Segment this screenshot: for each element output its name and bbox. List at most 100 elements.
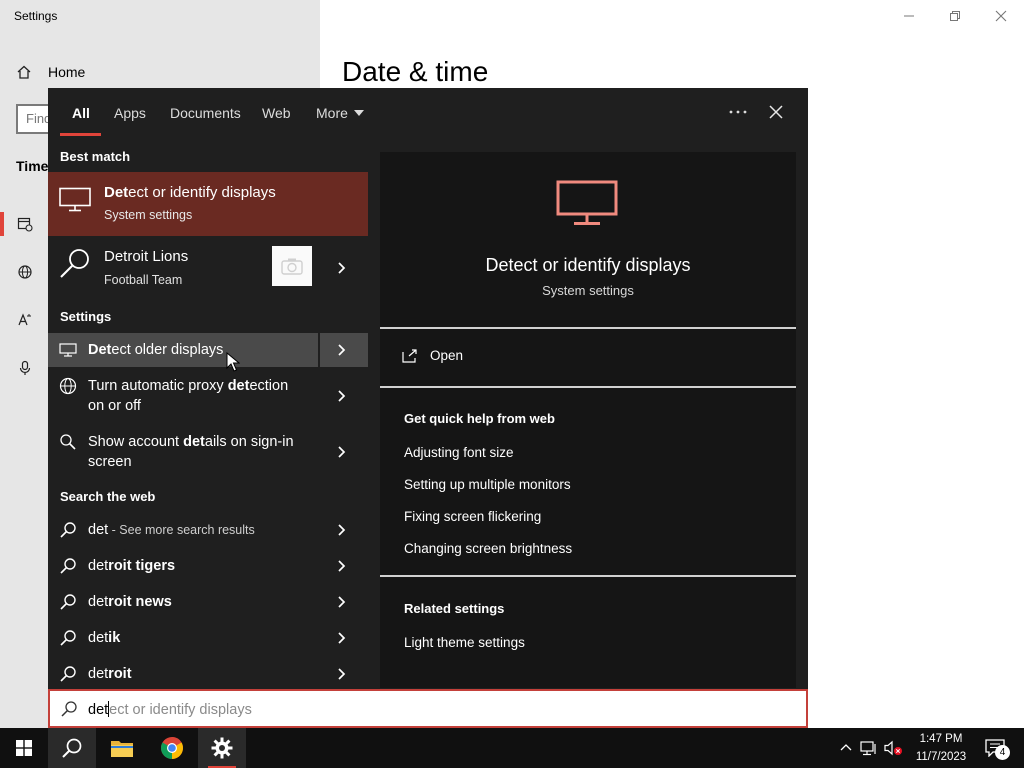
search-icon	[58, 246, 94, 287]
chrome-button[interactable]	[148, 728, 196, 768]
search-icon	[60, 594, 76, 610]
person-search-icon	[58, 432, 78, 452]
settings-taskbar-button[interactable]	[198, 728, 246, 768]
start-button[interactable]	[0, 728, 48, 768]
result-preview-pane: Detect or identify displays System setti…	[380, 152, 796, 688]
volume-muted-icon[interactable]	[884, 740, 904, 756]
taskbar: 1:47 PM 11/7/2023 4	[0, 728, 1024, 768]
best-match-title: Detect or identify displays	[104, 184, 276, 201]
settings-result-proxy[interactable]: Turn automatic proxy detection on or off	[48, 371, 368, 421]
suggestion-title: Detroit Lions	[104, 248, 189, 265]
file-explorer-button[interactable]	[98, 728, 146, 768]
tab-documents[interactable]: Documents	[170, 105, 241, 121]
tab-more-label: More	[316, 105, 348, 121]
chevron-right-icon[interactable]	[334, 342, 350, 358]
tab-apps[interactable]: Apps	[114, 105, 146, 121]
chrome-icon	[161, 737, 183, 759]
divider	[380, 327, 796, 329]
settings-result-label: Turn automatic proxy detection on or off	[88, 378, 289, 414]
search-icon	[60, 522, 76, 538]
settings-result-label: Show account details on sign-in screen	[88, 434, 294, 470]
active-tab-indicator	[60, 133, 101, 136]
window-controls	[886, 0, 1024, 32]
web-result[interactable]: detroit	[48, 656, 368, 690]
selected-indicator	[0, 212, 4, 236]
chevron-right-icon[interactable]	[334, 666, 350, 682]
page-title: Date & time	[342, 56, 489, 87]
help-link[interactable]: Adjusting font size	[404, 445, 514, 460]
open-external-icon	[402, 348, 417, 363]
close-search-button[interactable]	[762, 100, 790, 126]
search-icon	[60, 666, 76, 682]
related-settings-heading: Related settings	[404, 601, 505, 616]
quick-help-heading: Get quick help from web	[404, 411, 555, 426]
tab-all[interactable]: All	[72, 105, 90, 121]
settings-result-account[interactable]: Show account details on sign-in screen	[48, 427, 368, 477]
best-match-result[interactable]: Detect or identify displays System setti…	[48, 172, 368, 236]
settings-heading: Settings	[60, 309, 112, 324]
chevron-right-icon[interactable]	[334, 260, 350, 276]
home-label: Home	[48, 64, 86, 80]
close-window-button[interactable]	[978, 0, 1024, 32]
image-placeholder-icon	[272, 246, 312, 286]
web-result-label: det - See more search results	[88, 522, 255, 538]
chevron-right-icon[interactable]	[334, 522, 350, 538]
clock-time: 1:47 PM	[919, 733, 963, 745]
globe-icon	[58, 376, 78, 396]
taskbar-clock[interactable]: 1:47 PM 11/7/2023	[908, 730, 974, 766]
help-link[interactable]: Changing screen brightness	[404, 541, 572, 556]
chevron-right-icon[interactable]	[334, 594, 350, 610]
home-icon	[17, 65, 31, 79]
system-tray	[838, 728, 904, 768]
chevron-right-icon[interactable]	[334, 558, 350, 574]
minimize-icon	[904, 15, 914, 17]
minimize-button[interactable]	[886, 0, 932, 32]
network-icon[interactable]	[860, 740, 878, 756]
home-nav-item[interactable]: Home	[16, 64, 85, 80]
mouse-cursor-icon	[226, 352, 240, 372]
help-link[interactable]: Setting up multiple monitors	[404, 477, 571, 492]
divider	[318, 333, 320, 367]
chevron-right-icon[interactable]	[334, 630, 350, 646]
related-link[interactable]: Light theme settings	[404, 635, 525, 650]
web-result[interactable]: detroit news	[48, 584, 368, 620]
chevron-right-icon[interactable]	[334, 444, 350, 460]
tab-more[interactable]: More	[316, 105, 364, 121]
chevron-down-icon	[353, 110, 364, 116]
windows-logo-icon	[16, 740, 32, 756]
divider	[380, 386, 796, 388]
web-result[interactable]: detik	[48, 620, 368, 656]
globe-language-icon[interactable]	[16, 263, 34, 281]
monitor-icon	[58, 340, 78, 360]
chevron-up-icon[interactable]	[838, 740, 854, 756]
web-result[interactable]: detroit tigers	[48, 548, 368, 584]
folder-icon	[111, 741, 133, 757]
web-result-label: detik	[88, 630, 121, 646]
search-input[interactable]: detect or identify displays	[48, 689, 808, 728]
restore-button[interactable]	[932, 0, 978, 32]
settings-result-label: Detect older displays	[88, 342, 224, 358]
restore-icon	[950, 11, 960, 21]
settings-result-detect-older[interactable]: Detect older displays	[48, 333, 368, 367]
best-match-heading: Best match	[60, 149, 131, 164]
open-action[interactable]: Open	[402, 348, 463, 363]
web-result-see-more[interactable]: det - See more search results	[48, 512, 368, 548]
web-suggestion-result[interactable]: Detroit Lions Football Team	[48, 236, 368, 300]
microphone-icon[interactable]	[16, 359, 34, 377]
search-icon	[60, 558, 76, 574]
suggestion-subtitle: Football Team	[104, 273, 183, 287]
preview-subtitle: System settings	[542, 283, 634, 298]
language-icon[interactable]	[16, 311, 34, 329]
calendar-clock-icon[interactable]	[16, 215, 34, 233]
monitor-icon	[59, 187, 91, 218]
help-link[interactable]: Fixing screen flickering	[404, 509, 541, 524]
chevron-right-icon[interactable]	[334, 388, 350, 404]
tab-web[interactable]: Web	[262, 105, 291, 121]
open-label: Open	[430, 348, 464, 363]
search-taskbar-button[interactable]	[48, 728, 96, 768]
close-icon	[995, 10, 1007, 22]
more-options-button[interactable]	[724, 100, 752, 124]
window-title: Settings	[14, 9, 58, 23]
divider	[380, 575, 796, 577]
search-icon	[60, 630, 76, 646]
